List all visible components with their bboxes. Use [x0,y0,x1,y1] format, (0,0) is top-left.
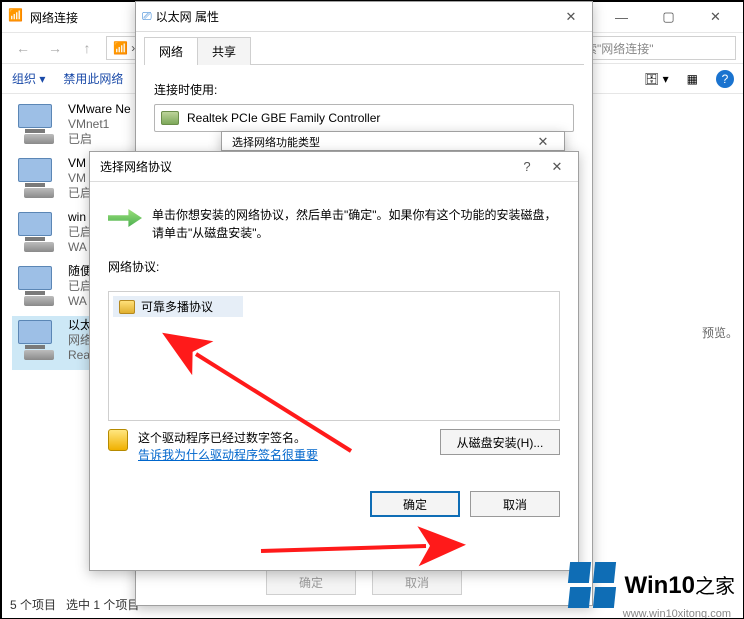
seltype-titlebar[interactable]: 选择网络功能类型 ✕ [222,132,564,152]
ok-button[interactable]: 确定 [370,491,460,517]
intro-text: 单击你想安装的网络协议，然后单击"确定"。如果你有这个功能的安装磁盘，请单击"从… [152,206,560,242]
logo-url: www.win10xitong.com [623,608,731,619]
view-options-icon[interactable]: 🗄 ▾ [644,72,669,86]
selproto-button-row: 确定 取消 [108,491,560,517]
nic-chip-icon [161,111,179,125]
adapter-name: VMware Ne [68,102,131,117]
close-button[interactable]: ✕ [528,133,558,151]
watermark-logo: Win10之家 [569,562,735,608]
status-count: 5 个项目 [10,598,56,612]
ethprops-button-row: 确定 取消 [136,569,592,595]
close-button[interactable]: ✕ [556,3,586,31]
ok-button-bg[interactable]: 确定 [266,569,356,595]
device-name: Realtek PCIe GBE Family Controller [187,111,380,125]
forward-button[interactable]: → [42,36,68,60]
select-protocol-window: 选择网络协议 ? ✕ 单击你想安装的网络协议，然后单击"确定"。如果你有这个功能… [89,151,579,571]
back-button[interactable]: ← [10,36,36,60]
signature-row: 这个驱动程序已经过数字签名。 告诉我为什么驱动程序签名很重要 从磁盘安装(H).… [108,429,560,463]
organize-menu[interactable]: 组织 ▾ [12,70,45,87]
windows-logo-icon [569,562,615,608]
ethprops-title: 以太网 属性 [152,8,556,25]
protocol-list[interactable]: 可靠多播协议 [108,291,560,421]
selproto-body: 单击你想安装的网络协议，然后单击"确定"。如果你有这个功能的安装磁盘，请单击"从… [90,182,578,531]
ethernet-icon: ⎚ [142,9,152,24]
minimize-button[interactable]: — [599,3,644,31]
nic-icon [16,212,60,252]
connect-using-label: 连接时使用: [154,81,574,98]
seltype-title: 选择网络功能类型 [228,134,528,150]
tab-row: 网络 共享 [144,36,584,65]
cancel-button[interactable]: 取消 [470,491,560,517]
adapter-line3: 已启 [68,132,131,147]
adapter-line2: VMnet1 [68,117,131,132]
disable-device-button[interactable]: 禁用此网络 [63,70,123,87]
logo-text-main: Win10 [625,572,695,599]
intro-row: 单击你想安装的网络协议，然后单击"确定"。如果你有这个功能的安装磁盘，请单击"从… [108,206,560,242]
help-icon[interactable]: ? [716,70,734,88]
network-location-icon: 📶 › [113,41,135,55]
stage: 📶 网络连接 — ▢ ✕ ← → ↑ 📶 › 搜索"网络连接" 组织 ▾ 禁用此… [0,0,744,619]
install-arrow-icon [108,209,142,227]
network-icon: 📶 [8,8,26,26]
cancel-button-bg[interactable]: 取消 [372,569,462,595]
close-button[interactable]: ✕ [693,3,738,31]
up-button[interactable]: ↑ [74,36,100,60]
device-box[interactable]: Realtek PCIe GBE Family Controller [154,104,574,132]
nic-icon [16,320,60,360]
why-signing-link[interactable]: 告诉我为什么驱动程序签名很重要 [138,446,430,463]
protocol-item-label: 可靠多播协议 [141,298,213,315]
status-bar: 5 个项目 选中 1 个项目 [10,596,139,613]
tab-sharing[interactable]: 共享 [197,37,251,65]
signed-text: 这个驱动程序已经过数字签名。 [138,429,430,446]
nic-icon [16,266,60,306]
install-from-disk-button[interactable]: 从磁盘安装(H)... [440,429,560,455]
ethprops-titlebar[interactable]: ⎚ 以太网 属性 ✕ [136,2,592,32]
shield-icon [108,429,128,451]
logo-text-sub: 之家 [695,576,735,598]
selproto-title: 选择网络协议 [96,158,512,175]
preview-hint: 预览。 [702,324,738,341]
protocol-group-label: 网络协议: [108,258,560,275]
maximize-button[interactable]: ▢ [646,3,691,31]
tab-network[interactable]: 网络 [144,37,198,65]
nic-icon [16,104,60,144]
select-feature-type-window: 选择网络功能类型 ✕ [221,131,565,151]
selproto-titlebar[interactable]: 选择网络协议 ? ✕ [90,152,578,182]
protocol-item-reliable-multicast[interactable]: 可靠多播协议 [113,296,243,317]
close-button[interactable]: ✕ [542,153,572,181]
help-button[interactable]: ? [512,153,542,181]
layout-icon[interactable]: ▦ [687,72,698,86]
nic-icon [16,158,60,198]
status-selected: 选中 1 个项目 [66,598,139,612]
explorer-window-buttons: — ▢ ✕ [599,3,738,31]
protocol-chip-icon [119,300,135,314]
